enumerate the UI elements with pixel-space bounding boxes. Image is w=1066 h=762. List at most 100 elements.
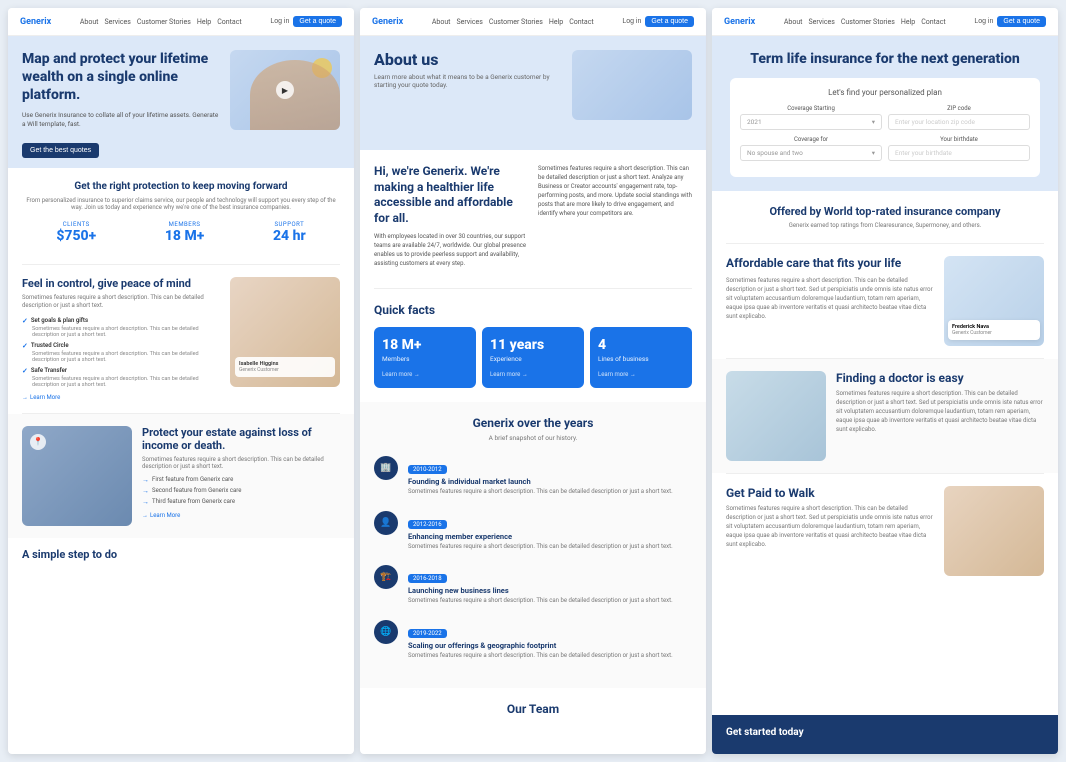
nav-contact-1[interactable]: Contact [217, 18, 241, 26]
about-hero-top: About us Learn more about what it means … [374, 50, 692, 120]
timeline-icon-0: 🏢 [374, 456, 398, 480]
login-button-1[interactable]: Log in [270, 18, 289, 25]
cta-button-3[interactable]: Get a quote [997, 16, 1046, 27]
nav-about-1[interactable]: About [80, 18, 99, 26]
plan-field-1: ZIP code Enter your location zip code [888, 105, 1030, 130]
hero-text-1: Map and protect your lifetime wealth on … [22, 50, 222, 158]
quick-card-0-label: Members [382, 355, 468, 363]
chevron-down-icon-2: ▾ [872, 149, 875, 157]
protect-learn-link[interactable]: → Learn More [142, 512, 340, 519]
nav-contact-3[interactable]: Contact [921, 18, 945, 26]
coverage-starting-select[interactable]: 2021 ▾ [740, 114, 882, 130]
nav-help-2[interactable]: Help [549, 18, 563, 26]
protect-subtitle: Sometimes features require a short descr… [142, 456, 340, 470]
doctor-image [726, 371, 826, 461]
chevron-down-icon-0: ▾ [872, 118, 875, 126]
nav-about-2[interactable]: About [432, 18, 451, 26]
peace-learn-link[interactable]: → Learn More [22, 394, 220, 401]
term-hero: Term life insurance for the next generat… [712, 36, 1058, 191]
peace-learn-text: Learn More [30, 394, 60, 401]
protect-title: Protect your estate against loss of inco… [142, 426, 340, 452]
stat-members-value: 18 M+ [165, 228, 204, 244]
login-button-3[interactable]: Log in [974, 18, 993, 25]
peace-item-0-desc: Sometimes features require a short descr… [22, 326, 220, 338]
field-label-3: Your birthdate [888, 136, 1030, 143]
stat-support-label: SUPPORT [273, 221, 306, 228]
timeline-badge-3: 2019-2022 [408, 629, 447, 638]
timeline-title: Generix over the years [374, 416, 692, 430]
peace-list: Set goals & plan gifts Sometimes feature… [22, 317, 220, 388]
about-left-title: Hi, we're Generix. We're making a health… [374, 164, 528, 226]
dark-section: Get started today [712, 715, 1058, 754]
stats-subtitle: From personalized insurance to superior … [22, 197, 340, 211]
plan-finder-title: Let's find your personalized plan [740, 88, 1030, 97]
team-title: Our Team [360, 688, 706, 722]
nav-actions-1: Log in Get a quote [270, 16, 342, 27]
nav-stories-1[interactable]: Customer Stories [137, 18, 191, 26]
rated-subtitle: Generix earned top ratings from Clearesu… [726, 222, 1044, 229]
screenshot-3: Generix About Services Customer Stories … [712, 8, 1058, 754]
protect-list: First feature from Generix care Second f… [142, 476, 340, 506]
affordable-image: Frederick Nava Generix Customer [944, 256, 1044, 346]
stats-section: Get the right protection to keep moving … [8, 168, 354, 264]
walk-subtitle: Sometimes features require a short descr… [726, 504, 934, 549]
affordable-card: Frederick Nava Generix Customer [948, 320, 1040, 340]
quick-facts-cards: 18 M+ Members Learn more → 11 years Expe… [374, 327, 692, 388]
peace-item-2-title: Safe Transfer [22, 367, 220, 375]
location-icon: 📍 [30, 434, 46, 450]
timeline-item-3-desc: Sometimes features require a short descr… [408, 652, 692, 660]
peace-item-2-desc: Sometimes features require a short descr… [22, 376, 220, 388]
nav-services-3[interactable]: Services [808, 18, 834, 26]
timeline-content-1: 2012-2016 Enhancing member experience So… [408, 511, 692, 551]
about-body: Hi, we're Generix. We're making a health… [360, 150, 706, 288]
peace-title: Feel in control, give peace of mind [22, 277, 220, 290]
timeline-content-2: 2016-2018 Launching new business lines S… [408, 565, 692, 605]
nav-2: Generix About Services Customer Stories … [360, 8, 706, 36]
plan-grid: Coverage Starting 2021 ▾ ZIP code Enter … [740, 105, 1030, 161]
timeline-badge-2: 2016-2018 [408, 574, 447, 583]
affordable-text: Affordable care that fits your life Some… [726, 256, 934, 327]
peace-item-2: Safe Transfer Sometimes features require… [22, 367, 220, 388]
nav-about-3[interactable]: About [784, 18, 803, 26]
quick-facts-section: Quick facts 18 M+ Members Learn more → 1… [360, 289, 706, 402]
nav-links-3: About Services Customer Stories Help Con… [784, 18, 946, 26]
nav-stories-3[interactable]: Customer Stories [841, 18, 895, 26]
quick-card-2-link[interactable]: Learn more → [598, 371, 684, 378]
nav-help-3[interactable]: Help [901, 18, 915, 26]
plan-field-3: Your birthdate Enter your birthdate [888, 136, 1030, 161]
field-label-0: Coverage Starting [740, 105, 882, 112]
coverage-for-select[interactable]: No spouse and two ▾ [740, 145, 882, 161]
peace-image: Isabelle Higgins Generix Customer [230, 277, 340, 387]
quick-card-2-value: 4 [598, 337, 684, 353]
doctor-section: Finding a doctor is easy Sometimes featu… [712, 359, 1058, 473]
birthdate-input[interactable]: Enter your birthdate [888, 145, 1030, 161]
stats-title: Get the right protection to keep moving … [22, 180, 340, 193]
nav-stories-2[interactable]: Customer Stories [489, 18, 543, 26]
timeline-item-0-title: Founding & individual market launch [408, 477, 692, 486]
play-button[interactable]: ▶ [276, 81, 294, 99]
hero-image-1: ▶ [230, 50, 340, 130]
hero-people-silhouette [250, 60, 340, 130]
nav-services-2[interactable]: Services [456, 18, 482, 26]
nav-help-1[interactable]: Help [197, 18, 211, 26]
stat-clients: CLIENTS $750+ [56, 221, 96, 244]
nav-services-1[interactable]: Services [104, 18, 130, 26]
hero-cta-button-1[interactable]: Get the best quotes [22, 143, 99, 158]
timeline-item-2-title: Launching new business lines [408, 586, 692, 595]
stat-members: MEMBERS 18 M+ [165, 221, 204, 244]
nav-contact-2[interactable]: Contact [569, 18, 593, 26]
arrow-icon: → [22, 394, 28, 401]
login-button-2[interactable]: Log in [622, 18, 641, 25]
about-hero-text: About us Learn more about what it means … [374, 50, 562, 120]
quick-card-1-link[interactable]: Learn more → [490, 371, 576, 378]
cta-button-1[interactable]: Get a quote [293, 16, 342, 27]
timeline-section: Generix over the years A brief snapshot … [360, 402, 706, 688]
timeline: 🏢 2010-2012 Founding & individual market… [374, 456, 692, 660]
zip-code-input[interactable]: Enter your location zip code [888, 114, 1030, 130]
peace-text: Feel in control, give peace of mind Some… [22, 277, 220, 401]
cta-button-2[interactable]: Get a quote [645, 16, 694, 27]
quick-card-0-link[interactable]: Learn more → [382, 371, 468, 378]
term-hero-title: Term life insurance for the next generat… [726, 50, 1044, 68]
nav-actions-2: Log in Get a quote [622, 16, 694, 27]
peace-card-role: Generix Customer [239, 367, 331, 373]
